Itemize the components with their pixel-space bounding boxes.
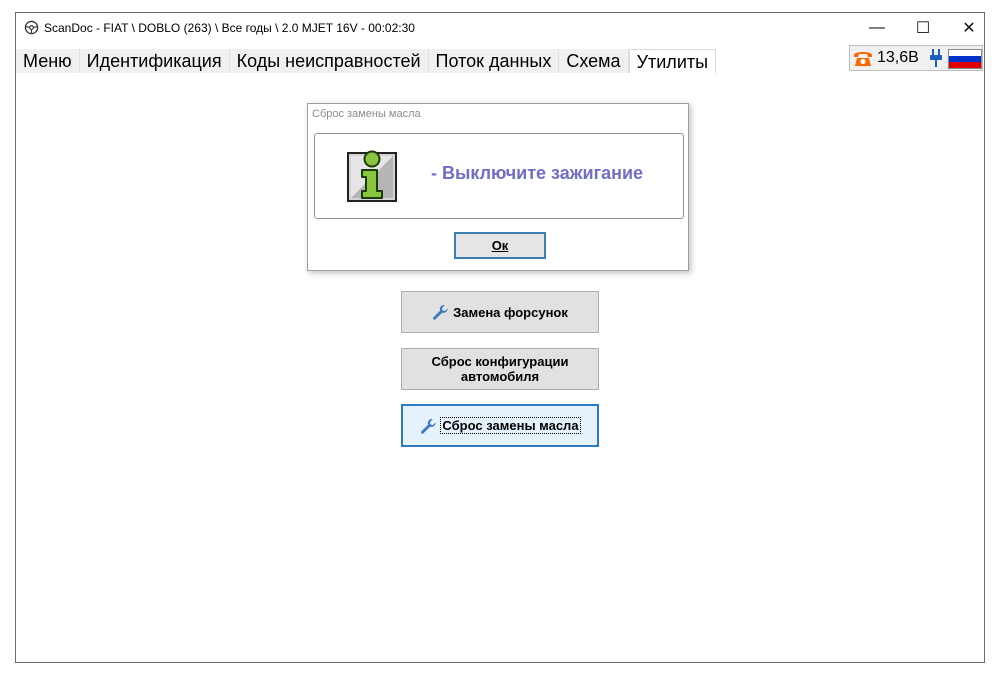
steering-wheel-icon: [24, 20, 39, 35]
wrench-icon: [433, 305, 448, 320]
status-panel: 13,6В: [849, 45, 983, 71]
russian-flag-icon[interactable]: [948, 49, 982, 69]
wrench-icon: [421, 418, 436, 434]
dialog-message-panel: - Выключите зажигание: [314, 133, 684, 219]
menu-item-menu[interactable]: Меню: [16, 49, 80, 73]
replace-injectors-button[interactable]: Замена форсунок: [401, 291, 599, 333]
flag-stripe-red: [949, 61, 981, 68]
menu-item-fault-codes[interactable]: Коды неисправностей: [229, 49, 429, 73]
maximize-button[interactable]: ☐: [900, 13, 946, 43]
app-window: ScanDoc - FIAT \ DOBLO (263) \ Все годы …: [15, 12, 985, 663]
menu-item-utilities[interactable]: Утилиты: [628, 49, 717, 73]
plug-icon: [930, 49, 942, 67]
dialog-message: - Выключите зажигание: [431, 163, 644, 183]
window-title: ScanDoc - FIAT \ DOBLO (263) \ Все годы …: [44, 21, 415, 35]
menu-item-identification[interactable]: Идентификация: [79, 49, 230, 73]
info-icon: [347, 150, 397, 202]
dialog-title: Сброс замены масла: [312, 108, 421, 120]
menu-item-schema[interactable]: Схема: [559, 49, 629, 73]
reset-vehicle-config-button[interactable]: Сброс конфигурации автомобиля: [401, 348, 599, 390]
oil-reset-dialog: Сброс замены масла - Выключите зажигание…: [307, 103, 689, 271]
close-button[interactable]: ✕: [946, 13, 992, 43]
minimize-button[interactable]: —: [854, 13, 900, 43]
reset-oil-change-button[interactable]: Сброс замены масла: [401, 404, 599, 447]
reset-vehicle-config-label: Сброс конфигурации автомобиля: [431, 354, 569, 384]
menu-item-data-stream[interactable]: Поток данных: [428, 49, 560, 73]
replace-injectors-label: Замена форсунок: [453, 304, 568, 320]
reset-oil-change-label: Сброс замены масла: [440, 417, 581, 434]
title-bar[interactable]: ScanDoc - FIAT \ DOBLO (263) \ Все годы …: [16, 13, 984, 43]
ok-button[interactable]: Ок: [454, 232, 546, 259]
main-menu-bar: Меню Идентификация Коды неисправностей П…: [16, 49, 717, 73]
phone-icon: [854, 52, 872, 66]
voltage-readout: 13,6В: [877, 49, 919, 66]
